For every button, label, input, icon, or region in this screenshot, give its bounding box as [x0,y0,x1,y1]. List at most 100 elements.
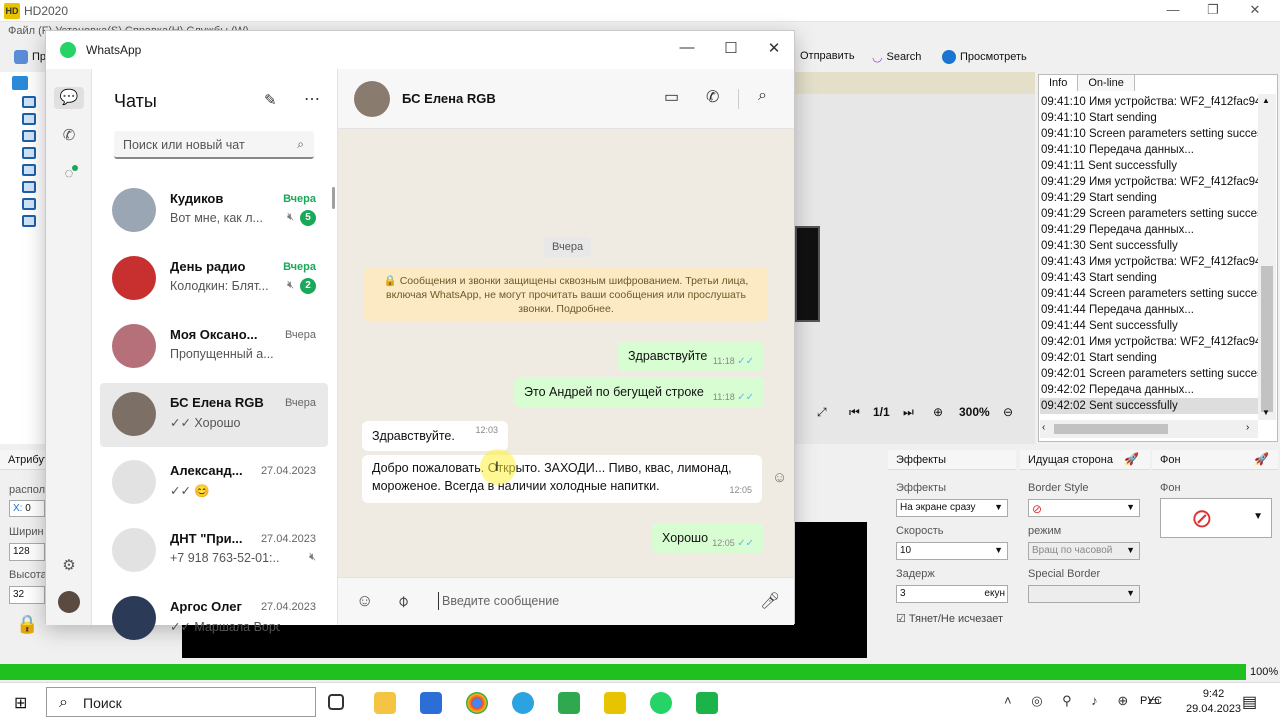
wa-maximize-icon[interactable]: ☐ [718,39,744,61]
conversation-search-icon[interactable]: ⌕ [758,87,767,105]
message-bubble[interactable]: Здравствуйте. 12:03 [362,421,508,451]
task-view-icon[interactable] [328,694,344,710]
chats-icon[interactable]: 💬 [54,87,84,109]
log-entry[interactable]: 09:41:29 Screen parameters setting succe… [1040,206,1258,222]
more-options-icon[interactable]: ⋯ [304,89,321,109]
contact-avatar[interactable] [354,81,390,117]
view-button[interactable]: Просмотреть [942,50,1027,64]
message-bubble[interactable]: Добро пожаловать. Открыто. ЗАХОДИ... Пив… [362,455,762,503]
explorer-icon[interactable] [374,692,396,714]
wa-minimize-icon[interactable]: — [674,39,700,61]
encryption-notice[interactable]: 🔒 Сообщения и звонки защищены сквозным ш… [364,267,768,321]
message-bubble[interactable]: Хорошо 12:05 ✓✓ [652,523,764,553]
log-entry[interactable]: 09:42:01 Start sending [1040,350,1258,366]
log-entry[interactable]: 09:41:10 Имя устройства: WF2_f412fac9414… [1040,94,1258,110]
tree-root-icon[interactable] [12,76,28,90]
close-icon[interactable]: ✕ [1240,2,1270,20]
background-select[interactable]: ⊘ ▼ [1160,498,1272,538]
store-icon[interactable] [420,692,442,714]
rocket-icon[interactable]: 🚀 [1254,452,1269,466]
minimize-icon[interactable]: — [1158,2,1188,20]
settings-icon[interactable]: ⚙ [58,555,80,577]
chat-list-item[interactable]: Александ... 27.04.2023 ✓✓ 😊 [100,451,328,515]
message-bubble[interactable]: Здравствуйте 11:18 ✓✓ [618,341,764,371]
log-entry[interactable]: 09:41:29 Start sending [1040,190,1258,206]
lock-icon[interactable]: 🔒 [16,614,38,635]
speed-select[interactable]: 10 [896,542,1008,560]
scroll-down-icon[interactable]: ▼ [1262,408,1270,417]
log-entry[interactable]: 09:41:10 Screen parameters setting succe… [1040,126,1258,142]
chat-list-item[interactable]: Кудиков Вчера Вот мне, как л... 🔇︎ 5 [100,179,328,243]
tree-node[interactable] [22,198,36,210]
log-entry[interactable]: 09:41:29 Имя устройства: WF2_f412fac9414… [1040,174,1258,190]
calls-icon[interactable]: ✆ [58,125,80,147]
language-indicator[interactable]: РУС [1140,695,1162,707]
log-entry[interactable]: 09:41:44 Sent successfully [1040,318,1258,334]
tree-node[interactable] [22,164,36,176]
message-bubble[interactable]: Это Андрей по бегущей строке 11:18 ✓✓ [514,377,764,407]
microphone-icon[interactable]: 🎤︎ [760,591,780,611]
chat-list-scrollbar[interactable] [332,187,335,209]
last-page-icon[interactable]: ⏭ [903,405,914,420]
scroll-left-icon[interactable]: ‹ [1042,422,1045,433]
log-entry[interactable]: 09:42:01 Screen parameters setting succe… [1040,366,1258,382]
chat-list-item[interactable]: ДНТ "При... 27.04.2023 +7 918 763-52-01:..… [100,519,328,583]
message-input[interactable]: Введите сообщение [442,594,559,608]
voice-call-icon[interactable]: ✆ [706,87,719,107]
app-icon[interactable] [696,692,718,714]
height-field[interactable]: 32 [9,586,45,604]
chrome-icon[interactable] [466,692,488,714]
wa-close-icon[interactable]: ✕ [761,39,787,61]
rocket-icon[interactable]: 🚀 [1124,452,1139,466]
log-horizontal-scrollbar[interactable]: ‹ › [1040,420,1258,438]
tree-node[interactable] [22,181,36,193]
fit-screen-icon[interactable]: ⤢ [817,405,827,420]
tree-node[interactable] [22,113,36,125]
log-entry[interactable]: 09:41:11 Sent successfully [1040,158,1258,174]
log-list[interactable]: 09:41:10 Имя устройства: WF2_f412fac9414… [1040,94,1258,420]
width-field[interactable]: 128 [9,543,45,561]
zoom-in-icon[interactable]: ⊕ [933,405,943,419]
mode-select[interactable]: Вращ по часовой [1028,542,1140,560]
scroll-thumb[interactable] [1261,266,1273,412]
log-entry[interactable]: 09:42:01 Имя устройства: WF2_f412fac9414… [1040,334,1258,350]
notifications-icon[interactable]: ▤ [1242,692,1257,712]
log-entry[interactable]: 09:41:44 Screen parameters setting succe… [1040,286,1258,302]
log-entry[interactable]: 09:42:02 Передача данных... [1040,382,1258,398]
preview-partial-button[interactable]: Пр [14,50,46,64]
chat-list-item[interactable]: Моя Оксано... Вчера Пропущенный а... [100,315,328,379]
log-entry[interactable]: 09:41:10 Start sending [1040,110,1258,126]
react-emoji-icon[interactable]: ☺ [772,469,787,486]
log-entry[interactable]: 09:41:43 Start sending [1040,270,1258,286]
x-field[interactable]: X: 0 [9,500,45,517]
log-entry[interactable]: 09:41:30 Sent successfully [1040,238,1258,254]
utorrent-icon[interactable] [558,692,580,714]
tree-node[interactable] [22,96,36,108]
tree-node[interactable] [22,215,36,227]
log-entry[interactable]: 09:41:29 Передача данных... [1040,222,1258,238]
border-style-select[interactable]: ⊘ [1028,499,1140,517]
hd2020-icon[interactable] [604,692,626,714]
emoji-icon[interactable]: ☺ [356,591,373,611]
whatsapp-icon[interactable] [650,692,672,714]
tree-node[interactable] [22,147,36,159]
log-entry[interactable]: 09:41:44 Передача данных... [1040,302,1258,318]
tab-info[interactable]: Info [1038,74,1079,91]
hscroll-thumb[interactable] [1054,424,1168,434]
tab-online[interactable]: On-line [1077,74,1135,91]
chat-list-item[interactable]: Аргос Олег 27.04.2023 ✓✓ Маршала Ворон... [100,587,328,651]
scroll-right-icon[interactable]: › [1246,422,1249,433]
message-area[interactable]: Вчера 🔒 Сообщения и звонки защищены скво… [338,129,794,577]
clock[interactable]: 9:42 29.04.2023 [1186,687,1241,717]
special-border-select[interactable] [1028,585,1140,603]
log-entry[interactable]: 09:41:43 Имя устройства: WF2_f412fac9414… [1040,254,1258,270]
search-button[interactable]: ◡ Search [872,50,921,64]
tree-node[interactable] [22,130,36,142]
restore-icon[interactable]: ❐ [1198,2,1228,20]
log-entry[interactable]: 09:42:02 Sent successfully [1040,398,1258,414]
conversation-header[interactable]: БС Елена RGB ▭ ✆ ⌕ [338,69,794,129]
profile-avatar[interactable] [58,591,80,613]
effects-select[interactable]: На экране сразу [896,499,1008,517]
chat-search-input[interactable]: Поиск или новый чат ⌕ [114,131,314,159]
log-vertical-scrollbar[interactable]: ▲ ▼ [1258,94,1276,420]
